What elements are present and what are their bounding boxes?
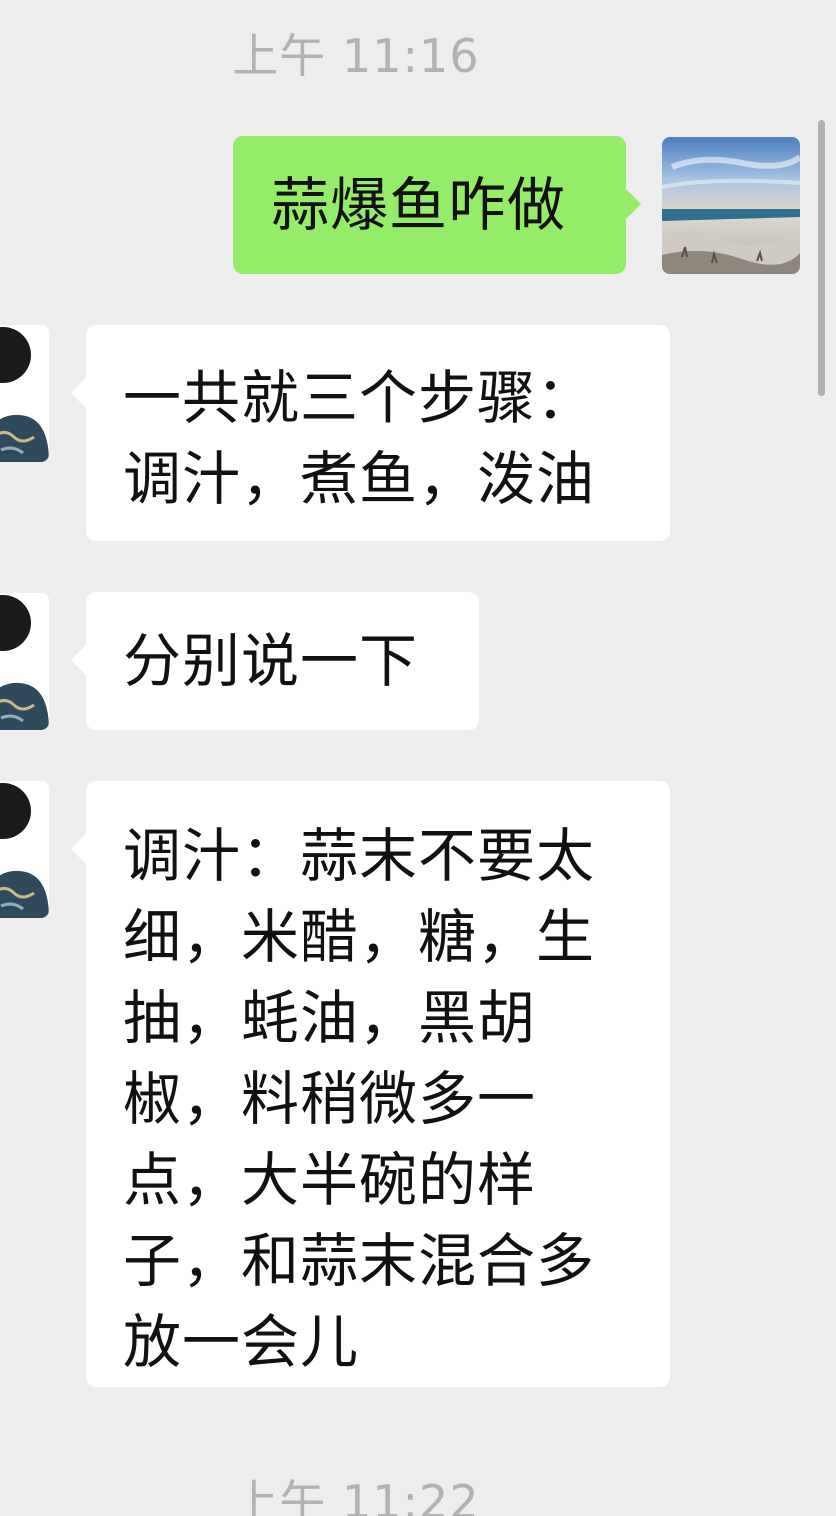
contact-avatar[interactable] (0, 781, 49, 918)
beach-landscape-icon (662, 137, 800, 274)
self-avatar[interactable] (662, 137, 800, 274)
sent-message-bubble[interactable]: 蒜爆鱼咋做 (233, 136, 641, 274)
message-timestamp: 上午 11:22 (232, 1475, 480, 1516)
portrait-avatar-icon (0, 325, 49, 462)
contact-avatar[interactable] (0, 593, 49, 730)
portrait-avatar-icon (0, 781, 49, 918)
received-message-bubble[interactable]: 一共就三个步骤：调汁，煮鱼，泼油 (71, 325, 670, 541)
portrait-avatar-icon (0, 593, 49, 730)
received-message-bubble[interactable]: 调汁：蒜末不要太细，米醋，糖，生抽，蚝油，黑胡椒，料稍微多一点，大半碗的样子，和… (71, 781, 670, 1387)
chat-screen: 上午 11:16 蒜爆鱼咋做 一共就三个步骤：调汁，煮鱼，泼油 分别说一下 调汁… (0, 0, 836, 1516)
scrollbar[interactable] (818, 120, 825, 396)
received-message-bubble[interactable]: 分别说一下 (71, 592, 479, 730)
contact-avatar[interactable] (0, 325, 49, 462)
message-timestamp: 上午 11:16 (232, 29, 480, 83)
